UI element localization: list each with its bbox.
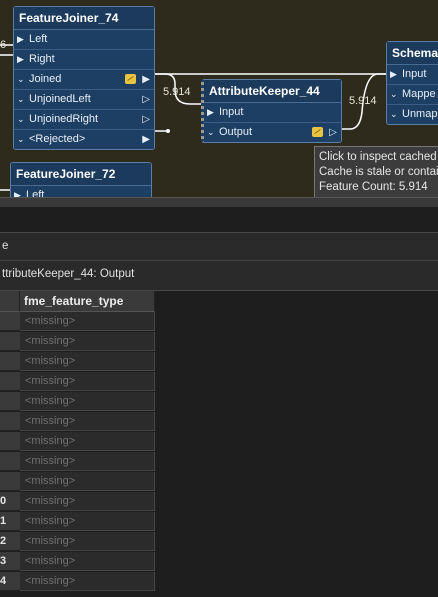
- row-header[interactable]: [0, 452, 20, 471]
- row-header[interactable]: [0, 312, 20, 331]
- feature-table[interactable]: fme_feature_type <missing> <missing> <miss…: [0, 291, 438, 597]
- port-label: Left: [26, 189, 45, 197]
- table-cell[interactable]: <missing>: [20, 332, 155, 351]
- row-header[interactable]: 3: [0, 552, 20, 571]
- edge-count-output: 5.914: [349, 95, 377, 107]
- table-cell[interactable]: <missing>: [20, 572, 155, 591]
- table-cell[interactable]: <missing>: [20, 512, 155, 531]
- panel-name-row: e: [0, 233, 438, 261]
- port-label: Left: [29, 33, 48, 45]
- output-arrow-icon: ▷: [142, 114, 150, 125]
- port-label: Mappe: [402, 88, 436, 100]
- chevron-down-icon: ⌄: [17, 134, 25, 144]
- source-row: ttributeKeeper_44: Output: [0, 261, 438, 291]
- cache-tooltip: Click to inspect cached Cache is stale o…: [314, 146, 438, 197]
- feature-cache-icon[interactable]: [125, 74, 136, 84]
- table-cell[interactable]: <missing>: [20, 372, 155, 391]
- port-unjoinedleft[interactable]: ⌄ UnjoinedLeft ▷: [14, 90, 154, 110]
- table-cell[interactable]: <missing>: [20, 432, 155, 451]
- feature-cache-icon[interactable]: [312, 127, 323, 137]
- port-label: Right: [29, 53, 55, 65]
- output-arrow-icon: ▷: [142, 94, 150, 105]
- arrow-right-icon: ▶: [17, 34, 24, 44]
- node-featurejoiner-74[interactable]: FeatureJoiner_74 ▶ Left ▶ Right ⌄ Joined ▶ ⌄…: [13, 6, 155, 150]
- row-header[interactable]: 2: [0, 532, 20, 551]
- table-cell[interactable]: <missing>: [20, 472, 155, 491]
- port-label: Unmap: [402, 108, 438, 120]
- row-header[interactable]: [0, 332, 20, 351]
- arrow-right-icon: ▶: [14, 190, 21, 197]
- port-joined[interactable]: ⌄ Joined ▶: [14, 70, 154, 90]
- source-label: ttributeKeeper_44: Output: [2, 268, 135, 280]
- chevron-down-icon: ⌄: [17, 94, 25, 104]
- column-header-fme-feature-type[interactable]: fme_feature_type: [20, 291, 155, 312]
- port-unmapped[interactable]: ⌄ Unmap: [387, 105, 438, 124]
- panel-name-text: e: [2, 240, 9, 252]
- table-cell[interactable]: <missing>: [20, 392, 155, 411]
- port-right[interactable]: ▶ Right: [14, 50, 154, 70]
- row-header[interactable]: [0, 472, 20, 491]
- chevron-down-icon: ⌄: [390, 109, 398, 119]
- table-cell[interactable]: <missing>: [20, 412, 155, 431]
- port-rejected[interactable]: ⌄ <Rejected> ▶: [14, 130, 154, 149]
- toolbar-strip: [0, 207, 438, 233]
- port-label: UnjoinedRight: [29, 113, 99, 125]
- port-left[interactable]: ▶ Left: [14, 30, 154, 50]
- table-cell[interactable]: <missing>: [20, 452, 155, 471]
- node-title[interactable]: FeatureJoiner_74: [14, 7, 154, 30]
- port-mapped[interactable]: ⌄ Mappe: [387, 85, 438, 105]
- tooltip-line: Click to inspect cached: [319, 151, 437, 163]
- row-header[interactable]: [0, 392, 20, 411]
- port-label: UnjoinedLeft: [29, 93, 91, 105]
- row-header-corner[interactable]: [0, 291, 20, 312]
- table-cell[interactable]: <missing>: [20, 532, 155, 551]
- port-input[interactable]: ▶ Input: [387, 65, 438, 85]
- port-input[interactable]: ▶ Input: [204, 103, 341, 123]
- row-header[interactable]: [0, 432, 20, 451]
- chevron-down-icon: ⌄: [207, 127, 215, 137]
- chevron-down-icon: ⌄: [17, 74, 25, 84]
- chevron-down-icon: ⌄: [390, 89, 398, 99]
- port-output[interactable]: ⌄ Output ▷: [204, 123, 341, 142]
- table-cell[interactable]: <missing>: [20, 492, 155, 511]
- node-title[interactable]: AttributeKeeper_44: [204, 80, 341, 103]
- workspace-canvas[interactable]: 6 5.914 5.914 FeatureJoiner_74 ▶ Left ▶ Ri…: [0, 0, 438, 197]
- tooltip-line: Cache is stale or contai: [319, 166, 438, 178]
- port-unjoinedright[interactable]: ⌄ UnjoinedRight ▷: [14, 110, 154, 130]
- edge-count-joined: 5.914: [163, 86, 191, 98]
- tooltip-feature-count: Feature Count: 5.914: [319, 181, 428, 193]
- row-header[interactable]: [0, 352, 20, 371]
- output-arrow-icon: ▶: [142, 74, 150, 85]
- node-title[interactable]: FeatureJoiner_72: [11, 163, 151, 186]
- chevron-down-icon: ⌄: [17, 114, 25, 124]
- port-label: Joined: [29, 73, 62, 85]
- row-header[interactable]: 1: [0, 512, 20, 531]
- port-label: Input: [219, 106, 244, 118]
- port-label: <Rejected>: [29, 133, 86, 145]
- edge-count-left-in: 6: [0, 39, 7, 51]
- table-cell[interactable]: <missing>: [20, 312, 155, 331]
- row-header[interactable]: [0, 372, 20, 391]
- output-arrow-icon: ▶: [142, 134, 150, 145]
- arrow-right-icon: ▶: [390, 69, 397, 79]
- row-header[interactable]: 0: [0, 492, 20, 511]
- arrow-right-icon: ▶: [207, 107, 214, 117]
- port-left[interactable]: ▶ Left: [11, 186, 151, 197]
- output-arrow-icon: ▷: [329, 127, 337, 138]
- port-label: Output: [219, 126, 253, 138]
- row-header[interactable]: [0, 412, 20, 431]
- port-label: Input: [402, 68, 427, 80]
- node-attributekeeper-44[interactable]: AttributeKeeper_44 ▶ Input ⌄ Output ▷: [201, 79, 342, 143]
- node-schemamapper[interactable]: SchemaM ▶ Input ⌄ Mappe ⌄ Unmap: [386, 41, 438, 125]
- row-header[interactable]: 4: [0, 572, 20, 591]
- node-featurejoiner-72[interactable]: FeatureJoiner_72 ▶ Left: [10, 162, 152, 197]
- table-cell[interactable]: <missing>: [20, 352, 155, 371]
- table-cell[interactable]: <missing>: [20, 552, 155, 571]
- arrow-right-icon: ▶: [17, 54, 24, 64]
- node-title[interactable]: SchemaM: [387, 42, 438, 65]
